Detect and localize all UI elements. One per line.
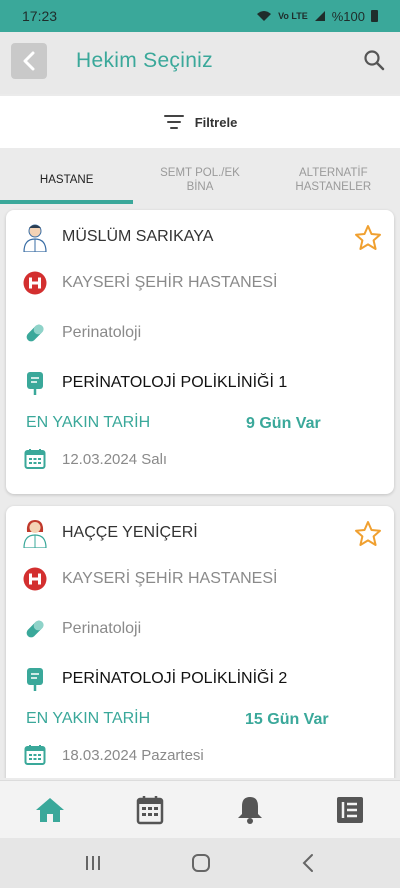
hospital-name: KAYSERİ ŞEHİR HASTANESİ	[62, 570, 278, 587]
search-button[interactable]	[362, 48, 386, 72]
wifi-icon	[257, 11, 272, 21]
nav-menu[interactable]	[300, 781, 400, 839]
status-time: 17:23	[22, 8, 58, 24]
tab-label: HASTANE	[39, 174, 94, 186]
page-title: Hekim Seçiniz	[76, 49, 213, 72]
nav-home[interactable]	[0, 781, 100, 839]
bell-icon	[238, 797, 262, 824]
signal-icon	[314, 11, 325, 21]
pill-icon	[22, 320, 48, 346]
list-icon	[337, 797, 363, 823]
hospital-icon	[22, 270, 48, 296]
clinic-icon	[22, 370, 48, 396]
female-doctor-icon	[22, 520, 48, 548]
male-doctor-icon	[22, 224, 48, 252]
back-nav-icon[interactable]	[300, 853, 316, 873]
hospital-name: KAYSERİ ŞEHİR HASTANESİ	[62, 274, 278, 291]
clinic-name: PERİNATOLOJİ POLİKLİNİĞİ 1	[62, 374, 288, 391]
clinic-icon	[22, 666, 48, 692]
specialty: Perinatoloji	[62, 324, 142, 341]
specialty: Perinatoloji	[62, 620, 142, 637]
hospital-icon	[22, 566, 48, 592]
nav-calendar[interactable]	[100, 781, 200, 839]
back-button[interactable]	[11, 43, 47, 79]
system-nav-bar	[0, 838, 400, 888]
calendar-icon	[22, 446, 48, 472]
calendar-icon	[22, 742, 48, 768]
bottom-nav	[0, 780, 400, 838]
status-bar: 17:23 Vo LTE %100	[0, 0, 400, 32]
clinic-name: PERİNATOLOJİ POLİKLİNİĞİ 2	[62, 670, 288, 687]
appointment-date: 12.03.2024 Salı	[62, 450, 168, 468]
search-icon	[364, 50, 385, 71]
pill-icon	[22, 616, 48, 642]
appointment-date: 18.03.2024 Pazartesi	[62, 746, 204, 764]
doctor-list: MÜSLÜM SARIKAYA KAYSERİ ŞEHİR HASTANESİ …	[0, 208, 400, 778]
status-icons: Vo LTE %100	[256, 9, 378, 24]
home-button-icon[interactable]	[191, 853, 211, 873]
doctor-card[interactable]: MÜSLÜM SARIKAYA KAYSERİ ŞEHİR HASTANESİ …	[6, 210, 394, 494]
doctor-name: HAÇÇE YENİÇERİ	[62, 524, 198, 541]
home-icon	[36, 798, 64, 822]
doctor-card[interactable]: HAÇÇE YENİÇERİ KAYSERİ ŞEHİR HASTANESİ P…	[6, 506, 394, 778]
days-left: 15 Gün Var	[245, 711, 329, 728]
nearest-date-label: EN YAKIN TARİH	[26, 710, 151, 727]
signal-label: Vo LTE	[278, 11, 308, 21]
calendar-icon	[136, 796, 164, 825]
doctor-name: MÜSLÜM SARIKAYA	[62, 228, 214, 245]
app-header: Hekim Seçiniz	[0, 32, 400, 94]
favorite-star-icon[interactable]	[354, 520, 382, 548]
days-left: 9 Gün Var	[246, 415, 321, 432]
recent-apps-icon[interactable]	[84, 854, 102, 872]
filter-label: Filtrele	[194, 114, 238, 130]
tab-alternatif[interactable]: ALTERNATİF HASTANELER	[267, 156, 400, 204]
battery-percent: %100	[331, 8, 365, 24]
filter-button[interactable]: Filtrele	[0, 96, 400, 148]
tab-label: ALTERNATİF HASTANELER	[295, 167, 372, 193]
favorite-star-icon[interactable]	[354, 224, 382, 252]
chevron-left-icon	[23, 51, 35, 71]
nearest-date-label: EN YAKIN TARİH	[26, 414, 151, 431]
tab-label: SEMT POL./EK BİNA	[160, 167, 240, 193]
nav-notifications[interactable]	[200, 781, 300, 839]
tab-semt-pol[interactable]: SEMT POL./EK BİNA	[133, 156, 266, 204]
filter-icon	[163, 115, 184, 129]
tab-hastane[interactable]: HASTANE	[0, 156, 134, 204]
battery-icon	[371, 10, 378, 22]
tab-bar: HASTANE SEMT POL./EK BİNA ALTERNATİF HAS…	[0, 156, 400, 204]
